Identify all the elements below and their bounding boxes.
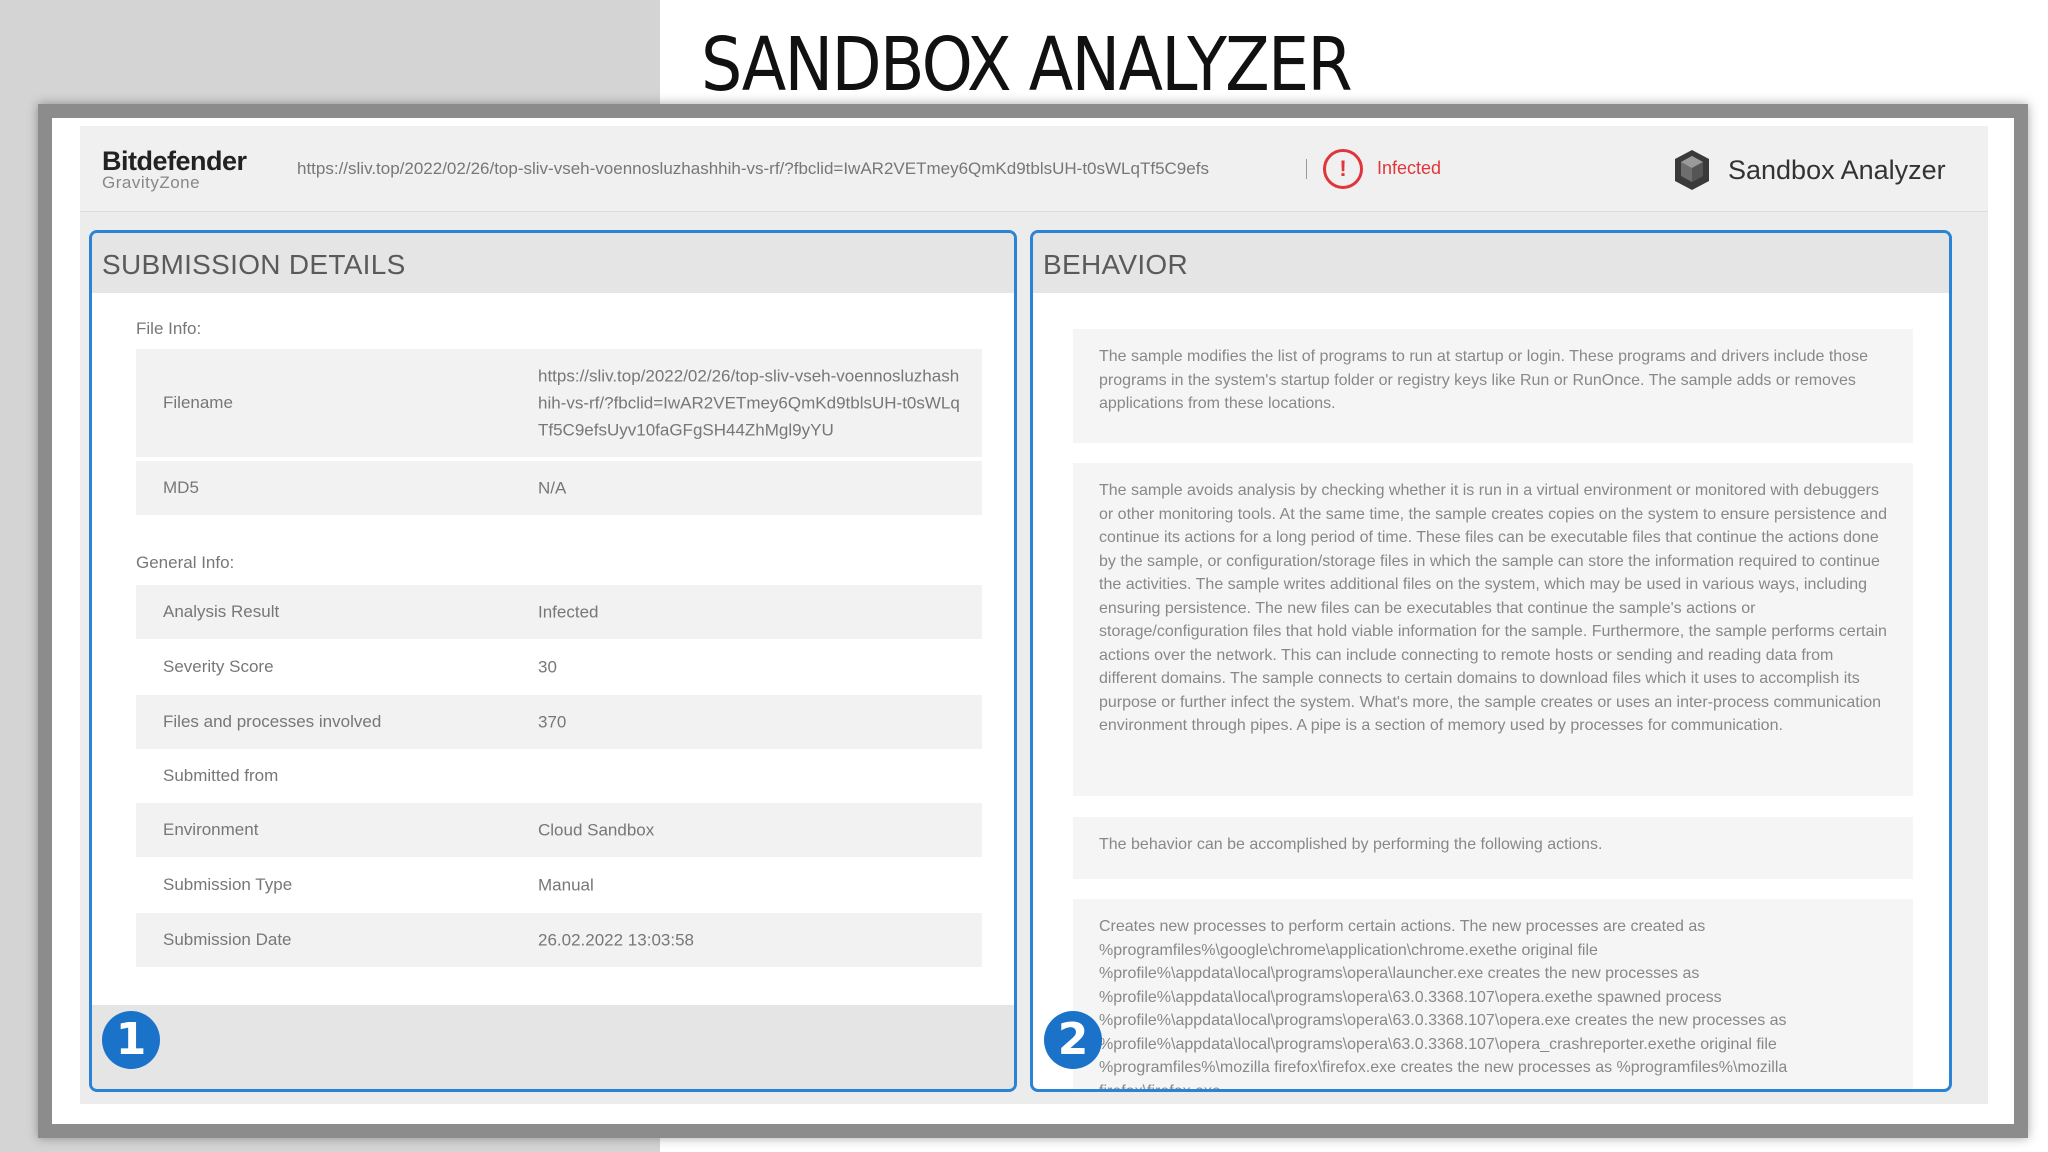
kv-value: Infected [538, 602, 599, 622]
behavior-paragraph: Creates new processes to perform certain… [1073, 899, 1913, 1089]
sandbox-app-window: Bitdefender GravityZone https://sliv.top… [80, 126, 1988, 1104]
kv-row-submitted-from: Submitted from [136, 749, 982, 803]
kv-key: Severity Score [163, 657, 274, 676]
behavior-title: BEHAVIOR [1033, 233, 1949, 293]
submitted-url: https://sliv.top/2022/02/26/top-sliv-vse… [297, 159, 1307, 179]
slide-title: SANDBOX ANALYZER [700, 22, 1353, 108]
behavior-paragraph: The behavior can be accomplished by perf… [1073, 817, 1913, 879]
kv-key: MD5 [163, 478, 199, 497]
kv-value[interactable]: https://sliv.top/2022/02/26/top-sliv-vse… [538, 363, 968, 444]
kv-key: Submitted from [163, 766, 279, 785]
kv-row-filename: Filename https://sliv.top/2022/02/26/top… [136, 349, 982, 457]
kv-key: Analysis Result [163, 602, 280, 621]
kv-value: Manual [538, 875, 594, 895]
brand-logo[interactable]: Bitdefender GravityZone [102, 146, 247, 193]
kv-value: 370 [538, 712, 567, 732]
kv-key: Environment [163, 820, 259, 839]
submission-details-panel: SUBMISSION DETAILS File Info: Filename h… [89, 230, 1017, 1092]
kv-key: Files and processes involved [163, 712, 382, 731]
top-bar: Bitdefender GravityZone https://sliv.top… [80, 126, 1988, 212]
sandbox-cube-icon [1675, 150, 1709, 190]
kv-row-analysis-result: Analysis Result Infected [136, 585, 982, 639]
kv-value: N/A [538, 478, 567, 498]
kv-row-submission-date: Submission Date 26.02.2022 13:03:58 [136, 913, 982, 967]
kv-row-files-processes: Files and processes involved 370 [136, 695, 982, 749]
kv-key: Submission Type [163, 875, 293, 894]
callout-badge-2: 2 [1044, 1011, 1102, 1069]
kv-value: 26.02.2022 13:03:58 [538, 930, 694, 950]
product-name: Sandbox Analyzer [1728, 155, 1946, 185]
kv-row-environment: Environment Cloud Sandbox [136, 803, 982, 857]
submission-details-title: SUBMISSION DETAILS [92, 233, 1014, 293]
kv-key: Filename [163, 393, 233, 412]
general-info-label: General Info: [136, 553, 235, 572]
status-label: Infected [1377, 158, 1442, 178]
callout-badge-1: 1 [102, 1011, 160, 1069]
kv-row-severity-score: Severity Score 30 [136, 639, 982, 695]
kv-value: 30 [538, 657, 557, 677]
file-info-label: File Info: [136, 319, 202, 338]
kv-value: Cloud Sandbox [538, 820, 655, 840]
kv-key: Submission Date [163, 930, 292, 949]
kv-row-md5: MD5 N/A [136, 461, 982, 515]
behavior-panel: BEHAVIOR The sample modifies the list of… [1030, 230, 1952, 1092]
kv-row-submission-type: Submission Type Manual [136, 857, 982, 913]
infected-alert-icon: ! [1323, 149, 1363, 189]
behavior-paragraph: The sample avoids analysis by checking w… [1073, 463, 1913, 796]
panel-footer [92, 1005, 1014, 1089]
behavior-paragraph: The sample modifies the list of programs… [1073, 329, 1913, 443]
